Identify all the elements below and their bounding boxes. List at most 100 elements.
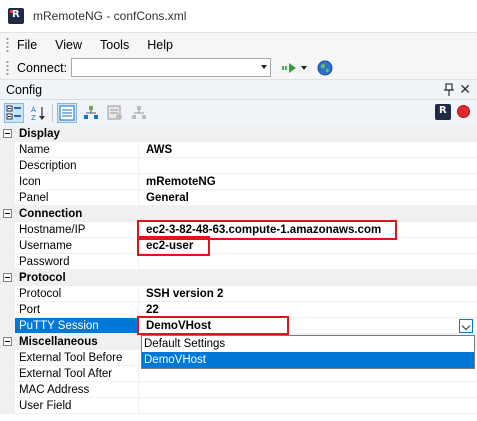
collapse-icon[interactable] <box>3 209 12 218</box>
svg-text:A: A <box>31 106 36 114</box>
globe-icon[interactable] <box>317 60 333 76</box>
toolbar-grip-handle[interactable] <box>6 59 9 76</box>
property-name: PuTTY Session <box>15 318 137 334</box>
row-gutter <box>0 350 15 366</box>
connect-label: Connect: <box>17 60 68 75</box>
row-gutter <box>0 318 15 334</box>
mremoteng-host-status-icon[interactable] <box>435 104 451 120</box>
title-bar: mRemoteNG - confCons.xml <box>0 0 477 32</box>
pin-icon[interactable] <box>443 83 455 97</box>
mremoteng-app-icon <box>8 8 24 24</box>
property-value[interactable]: General <box>138 190 477 206</box>
row-gutter <box>0 190 15 206</box>
category-label: Connection <box>19 208 83 220</box>
close-panel-icon[interactable]: ✕ <box>459 81 471 98</box>
property-row-password[interactable]: Password <box>0 254 477 270</box>
svg-text:Z: Z <box>31 114 36 121</box>
connect-options-chevron-icon[interactable] <box>301 65 308 70</box>
property-value[interactable]: AWS <box>138 142 477 158</box>
row-gutter <box>0 254 15 270</box>
record-icon[interactable] <box>457 105 470 118</box>
row-gutter <box>0 398 15 414</box>
property-row-icon[interactable]: Icon mRemoteNG <box>0 174 477 190</box>
category-protocol[interactable]: Protocol <box>0 270 477 286</box>
quick-connect-toolbar: Connect: <box>0 56 477 80</box>
property-row-username[interactable]: Username ec2-user <box>0 238 477 254</box>
property-name: Name <box>15 142 137 158</box>
property-name: External Tool Before <box>15 350 137 366</box>
property-name: Hostname/IP <box>15 222 137 238</box>
properties-view-button[interactable] <box>57 103 77 123</box>
putty-session-dropdown: Default Settings DemoVHost <box>141 335 475 369</box>
collapse-icon[interactable] <box>3 129 12 138</box>
toolbar-separator <box>52 104 53 122</box>
dropdown-option-demovhost[interactable]: DemoVHost <box>142 352 474 368</box>
property-grid: Display Name AWS Description Icon mRemot… <box>0 126 477 421</box>
category-display[interactable]: Display <box>0 126 477 142</box>
collapse-icon[interactable] <box>3 273 12 282</box>
row-gutter <box>0 238 15 254</box>
default-inheritance-icon <box>132 106 146 119</box>
menu-bar: File View Tools Help <box>0 32 477 56</box>
window-title: mRemoteNG - confCons.xml <box>33 9 187 23</box>
dropdown-option-default-settings[interactable]: Default Settings <box>142 336 474 352</box>
default-inheritance-button[interactable] <box>129 103 149 123</box>
default-properties-icon <box>107 105 122 120</box>
row-gutter <box>0 158 15 174</box>
menu-tools[interactable]: Tools <box>100 38 129 52</box>
property-name: Icon <box>15 174 137 190</box>
property-name: User Field <box>15 398 137 414</box>
row-gutter <box>0 222 15 238</box>
menu-help[interactable]: Help <box>147 38 173 52</box>
property-value[interactable]: mRemoteNG <box>138 174 477 190</box>
category-label: Display <box>19 128 60 140</box>
row-gutter <box>0 142 15 158</box>
property-row-description[interactable]: Description <box>0 158 477 174</box>
property-row-panel[interactable]: Panel General <box>0 190 477 206</box>
property-name: MAC Address <box>15 382 137 398</box>
property-row-mac-address[interactable]: MAC Address <box>0 382 477 398</box>
sort-az-icon: A Z <box>31 106 45 121</box>
property-grid-toolbar: A Z <box>0 100 477 126</box>
putty-session-highlight-box <box>137 316 289 335</box>
category-label: Protocol <box>19 272 66 284</box>
property-name: Password <box>15 254 137 270</box>
collapse-icon[interactable] <box>3 337 12 346</box>
config-panel-title: Config <box>6 82 43 97</box>
category-label: Miscellaneous <box>19 336 98 348</box>
property-row-user-field[interactable]: User Field <box>0 398 477 414</box>
username-highlight-box <box>137 236 210 256</box>
default-properties-button[interactable] <box>105 103 125 123</box>
property-name: Protocol <box>15 286 137 302</box>
row-gutter <box>0 382 15 398</box>
config-panel-header: Config ✕ <box>0 80 477 100</box>
property-value[interactable] <box>138 254 477 270</box>
categorized-icon <box>6 105 21 120</box>
chevron-down-icon[interactable] <box>459 319 473 333</box>
connect-arrow-icon[interactable] <box>281 61 299 75</box>
row-gutter <box>0 174 15 190</box>
menu-file[interactable]: File <box>17 38 37 52</box>
row-gutter <box>0 366 15 382</box>
menu-grip-handle[interactable] <box>6 36 9 53</box>
connect-combobox[interactable] <box>71 58 272 77</box>
row-gutter <box>0 286 15 302</box>
menu-view[interactable]: View <box>55 38 82 52</box>
property-name: Panel <box>15 190 137 206</box>
property-row-name[interactable]: Name AWS <box>0 142 477 158</box>
property-name: Description <box>15 158 137 174</box>
categorized-view-button[interactable] <box>4 103 24 123</box>
properties-icon <box>59 105 75 121</box>
row-gutter <box>0 302 15 318</box>
property-value[interactable] <box>138 158 477 174</box>
property-value[interactable]: SSH version 2 <box>138 286 477 302</box>
inheritance-view-button[interactable] <box>81 103 101 123</box>
property-name: Username <box>15 238 137 254</box>
chevron-down-icon[interactable] <box>261 65 268 69</box>
property-row-protocol[interactable]: Protocol SSH version 2 <box>0 286 477 302</box>
property-value[interactable] <box>138 398 477 414</box>
alphabetical-sort-button[interactable]: A Z <box>28 103 48 123</box>
hierarchy-icon <box>84 106 98 119</box>
property-name: Port <box>15 302 137 318</box>
property-value[interactable] <box>138 382 477 398</box>
